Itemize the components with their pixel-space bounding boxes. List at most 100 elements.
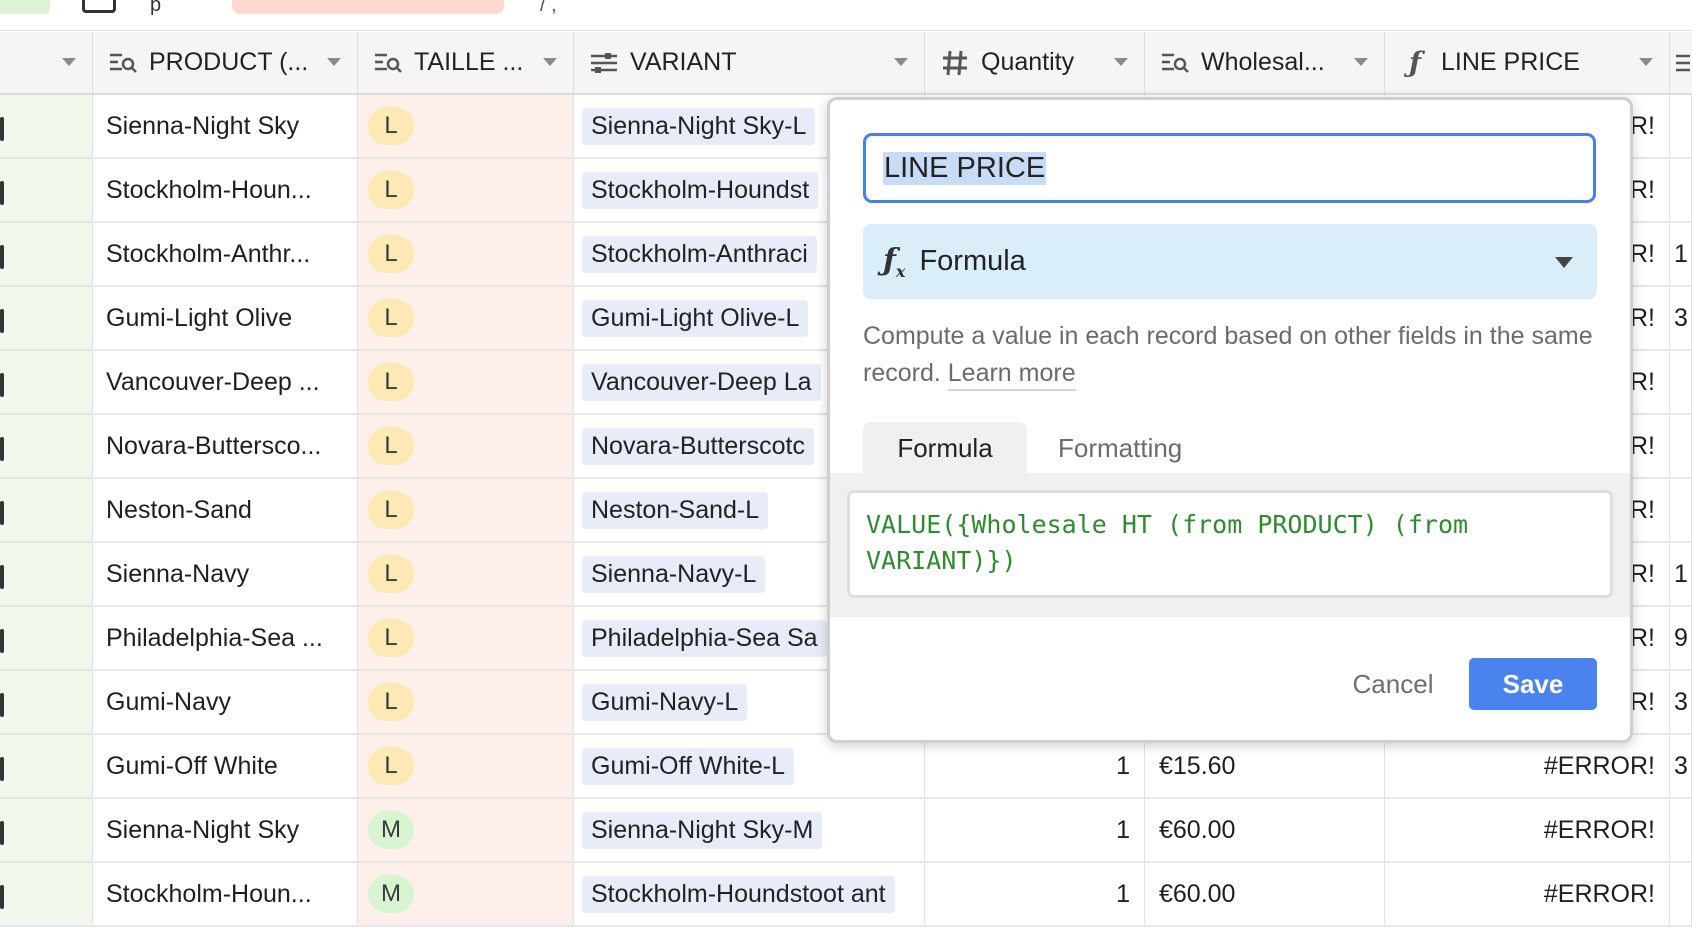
field-name-input[interactable]: LINE PRICE (863, 133, 1596, 203)
formula-editor[interactable]: VALUE({Wholesale HT (from PRODUCT) (from… (847, 490, 1613, 598)
next-column-cell[interactable] (1670, 351, 1692, 413)
product-cell[interactable]: Stockholm-Anthr... (93, 223, 358, 285)
chevron-down-icon[interactable] (543, 58, 557, 66)
variant-link[interactable]: Sienna-Night Sky-L (582, 107, 816, 145)
filter-chip[interactable] (232, 0, 504, 14)
variant-link[interactable]: Sienna-Navy-L (582, 555, 766, 593)
variant-link[interactable]: Gumi-Off White-L (582, 747, 795, 785)
product-cell[interactable]: Sienna-Navy (93, 543, 358, 605)
line-price-cell[interactable]: #ERROR! (1385, 863, 1670, 925)
variant-link[interactable]: Stockholm-Houndstoot ant (582, 875, 895, 913)
column-header-line-price[interactable]: ƒ LINE PRICE (1385, 32, 1670, 93)
size-cell[interactable]: L (358, 287, 574, 349)
product-cell[interactable]: Vancouver-Deep ... (93, 351, 358, 413)
next-column-cell[interactable] (1670, 863, 1692, 925)
next-column-cell[interactable]: 3 (1670, 287, 1692, 349)
size-cell[interactable]: M (358, 799, 574, 861)
quantity-cell[interactable]: 1 (925, 863, 1145, 925)
row-selector[interactable] (0, 543, 93, 605)
table-row[interactable]: Stockholm-Houn... M Stockholm-Houndstoot a… (0, 863, 1692, 927)
wholesale-cell[interactable]: €15.60 (1145, 735, 1385, 797)
variant-cell[interactable]: Sienna-Night Sky-M (574, 799, 925, 861)
column-header-next[interactable] (1670, 32, 1692, 93)
size-cell[interactable]: L (358, 415, 574, 477)
variant-link[interactable]: Vancouver-Deep La (582, 363, 821, 401)
row-selector[interactable] (0, 223, 93, 285)
product-cell[interactable]: Sienna-Night Sky (93, 95, 358, 157)
variant-link[interactable]: Neston-Sand-L (582, 491, 769, 529)
next-column-cell[interactable]: 9 (1670, 607, 1692, 669)
table-row[interactable]: Sienna-Night Sky M Sienna-Night Sky-M 1 €60.… (0, 799, 1692, 863)
product-cell[interactable]: Sienna-Night Sky (93, 799, 358, 861)
size-cell[interactable]: L (358, 607, 574, 669)
product-cell[interactable]: Neston-Sand (93, 479, 358, 541)
next-column-cell[interactable] (1670, 159, 1692, 221)
row-selector[interactable] (0, 863, 93, 925)
size-cell[interactable]: L (358, 735, 574, 797)
field-name-value[interactable]: LINE PRICE (883, 151, 1047, 185)
next-column-cell[interactable] (1670, 415, 1692, 477)
learn-more-link[interactable]: Learn more (947, 359, 1076, 391)
cancel-button[interactable]: Cancel (1341, 658, 1445, 710)
save-button[interactable]: Save (1469, 658, 1597, 710)
view-chip[interactable] (0, 0, 50, 14)
line-price-cell[interactable]: #ERROR! (1385, 735, 1670, 797)
variant-cell[interactable]: Stockholm-Houndstoot ant (574, 863, 925, 925)
variant-link[interactable]: Stockholm-Houndst (582, 171, 819, 209)
chevron-down-icon[interactable] (1114, 58, 1128, 66)
variant-link[interactable]: Philadelphia-Sea Sa (582, 619, 827, 657)
row-selector[interactable] (0, 607, 93, 669)
chevron-down-icon[interactable] (894, 58, 908, 66)
quantity-cell[interactable]: 1 (925, 735, 1145, 797)
variant-cell[interactable]: Gumi-Off White-L (574, 735, 925, 797)
table-row[interactable]: Gumi-Off White L Gumi-Off White-L 1 €15.60 #E… (0, 735, 1692, 799)
column-header-wholesale[interactable]: Wholesal... (1145, 32, 1385, 93)
row-selector[interactable] (0, 671, 93, 733)
row-selector[interactable] (0, 799, 93, 861)
size-cell[interactable]: L (358, 479, 574, 541)
size-cell[interactable]: L (358, 671, 574, 733)
chevron-down-icon[interactable] (1639, 58, 1653, 66)
chevron-down-icon[interactable] (62, 58, 76, 66)
size-cell[interactable]: L (358, 95, 574, 157)
field-type-select[interactable]: ƒx Formula (863, 224, 1597, 299)
tab-formatting[interactable]: Formatting (1058, 422, 1182, 474)
column-header-variant[interactable]: VARIANT (574, 32, 925, 93)
next-column-cell[interactable]: 3 (1670, 735, 1692, 797)
row-selector[interactable] (0, 351, 93, 413)
size-cell[interactable]: L (358, 351, 574, 413)
next-column-cell[interactable]: 1 (1670, 543, 1692, 605)
size-cell[interactable]: M (358, 863, 574, 925)
product-cell[interactable]: Gumi-Light Olive (93, 287, 358, 349)
next-column-cell[interactable] (1670, 479, 1692, 541)
tab-formula[interactable]: Formula (863, 422, 1027, 474)
quantity-cell[interactable]: 1 (925, 799, 1145, 861)
grid-icon[interactable] (82, 0, 116, 13)
column-header-product[interactable]: PRODUCT (... (93, 32, 358, 93)
product-cell[interactable]: Novara-Buttersco... (93, 415, 358, 477)
wholesale-cell[interactable]: €60.00 (1145, 863, 1385, 925)
chevron-down-icon[interactable] (1354, 58, 1368, 66)
next-column-cell[interactable]: 3 (1670, 671, 1692, 733)
row-selector[interactable] (0, 735, 93, 797)
product-cell[interactable]: Gumi-Navy (93, 671, 358, 733)
column-header-primary[interactable] (0, 32, 93, 93)
row-selector[interactable] (0, 95, 93, 157)
wholesale-cell[interactable]: €60.00 (1145, 799, 1385, 861)
row-selector[interactable] (0, 415, 93, 477)
next-column-cell[interactable] (1670, 95, 1692, 157)
product-cell[interactable]: Gumi-Off White (93, 735, 358, 797)
column-header-size[interactable]: TAILLE ... (358, 32, 574, 93)
size-cell[interactable]: L (358, 223, 574, 285)
variant-link[interactable]: Stockholm-Anthraci (582, 235, 817, 273)
size-cell[interactable]: L (358, 159, 574, 221)
next-column-cell[interactable] (1670, 799, 1692, 861)
product-cell[interactable]: Philadelphia-Sea ... (93, 607, 358, 669)
size-cell[interactable]: L (358, 543, 574, 605)
product-cell[interactable]: Stockholm-Houn... (93, 863, 358, 925)
next-column-cell[interactable]: 1 (1670, 223, 1692, 285)
product-cell[interactable]: Stockholm-Houn... (93, 159, 358, 221)
variant-link[interactable]: Gumi-Navy-L (582, 683, 748, 721)
row-selector[interactable] (0, 479, 93, 541)
chevron-down-icon[interactable] (327, 58, 341, 66)
